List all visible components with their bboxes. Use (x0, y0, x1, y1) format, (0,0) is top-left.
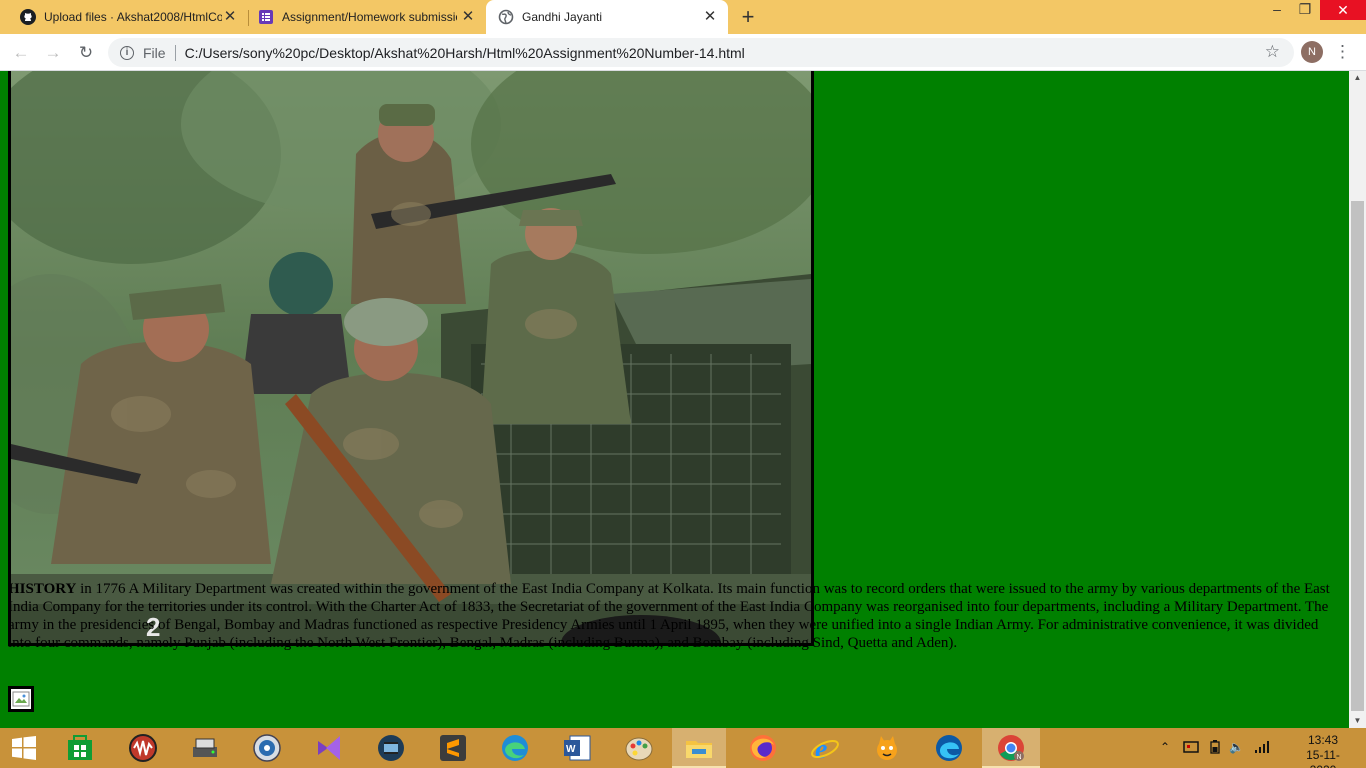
github-icon (20, 9, 36, 25)
page-viewport: 2 HISTORY in 1776 A Military Department … (0, 71, 1349, 728)
army-photo: 2 (8, 71, 814, 646)
paint-icon[interactable] (623, 732, 655, 764)
close-tab-icon[interactable]: ✕ (702, 9, 718, 25)
address-bar[interactable]: i File C:/Users/sony%20pc/Desktop/Akshat… (108, 38, 1294, 67)
audio-recorder-icon[interactable] (127, 732, 159, 764)
scanner-icon[interactable] (189, 732, 221, 764)
svg-text:W: W (566, 744, 576, 755)
scrollbar-thumb[interactable] (1351, 201, 1364, 711)
page-scrollbar[interactable]: ▲ ▼ (1349, 71, 1366, 728)
firefox-icon[interactable] (747, 732, 779, 764)
media-player-icon[interactable] (375, 732, 407, 764)
clock-time: 13:43 (1307, 733, 1339, 747)
address-url[interactable]: C:/Users/sony%20pc/Desktop/Akshat%20Hars… (185, 45, 745, 61)
history-text: in 1776 A Military Department was create… (8, 581, 1330, 651)
reload-icon[interactable]: ↻ (75, 42, 97, 64)
kebab-menu-icon[interactable]: ⋮ (1334, 41, 1351, 63)
svg-text:e: e (815, 734, 827, 763)
globe-icon (498, 9, 514, 25)
info-icon[interactable]: i (120, 45, 134, 60)
clock-date: 15-11-2020 (1306, 748, 1340, 768)
tab-title: Gandhi Jayanti (522, 10, 603, 24)
dvd-icon[interactable] (251, 732, 283, 764)
edge-new-icon[interactable] (933, 732, 965, 764)
minimize-icon[interactable]: – (1262, 0, 1292, 20)
windows-start-icon[interactable] (8, 732, 40, 764)
close-window-icon[interactable]: ✕ (1320, 0, 1366, 20)
close-tab-icon[interactable]: ✕ (460, 9, 476, 25)
file-explorer-icon[interactable] (683, 732, 715, 764)
restore-icon[interactable]: ❐ (1290, 0, 1320, 20)
edge-icon[interactable] (499, 732, 531, 764)
history-heading: HISTORY (8, 581, 77, 597)
sublime-text-icon[interactable] (437, 732, 469, 764)
tab-github-upload[interactable]: Upload files · Akshat2008/HtmlCo ✕ (0, 0, 248, 34)
forward-arrow-icon[interactable]: → (42, 42, 64, 64)
profile-avatar[interactable]: N (1301, 41, 1323, 63)
svg-text:N: N (1017, 754, 1022, 761)
scroll-down-arrow-icon[interactable]: ▼ (1349, 714, 1366, 728)
internet-explorer-icon[interactable]: e (809, 732, 841, 764)
tab-strip: Upload files · Akshat2008/HtmlCo ✕ Assig… (0, 0, 1366, 34)
address-divider (174, 44, 176, 61)
army-photo-illustration: 2 (11, 71, 811, 643)
tab-assignment-submission[interactable]: Assignment/Homework submissio ✕ (238, 0, 486, 34)
scheme-label: File (143, 44, 166, 61)
tab-title: Upload files · Akshat2008/HtmlCo (44, 10, 222, 24)
history-paragraph: HISTORY in 1776 A Military Department wa… (8, 580, 1338, 652)
scratch-icon[interactable] (871, 732, 903, 764)
back-arrow-icon[interactable]: ← (10, 42, 32, 64)
new-tab-button[interactable]: + (737, 6, 759, 29)
action-center-icon[interactable] (1183, 740, 1199, 757)
tab-gandhi-jayanti[interactable]: Gandhi Jayanti ✕ (486, 0, 728, 34)
taskbar-clock[interactable]: 13:43 15-11-2020 (1296, 733, 1350, 768)
tab-title: Assignment/Homework submissio (282, 10, 457, 24)
chrome-icon[interactable]: N (995, 732, 1027, 764)
network-signal-icon[interactable] (1254, 740, 1270, 757)
windows-taskbar: W e N ⌃ 🔈 13:43 15-11-2020 (0, 728, 1366, 768)
battery-icon[interactable] (1210, 740, 1220, 757)
volume-icon[interactable]: 🔈 (1229, 740, 1244, 754)
visual-studio-icon[interactable] (313, 732, 345, 764)
scroll-up-arrow-icon[interactable]: ▲ (1349, 71, 1366, 85)
broken-image-icon (8, 686, 34, 712)
store-icon[interactable] (64, 732, 96, 764)
bookmark-star-icon[interactable]: ☆ (1265, 42, 1280, 62)
show-hidden-icons-icon[interactable]: ⌃ (1160, 740, 1170, 754)
word-icon[interactable]: W (561, 732, 593, 764)
close-tab-icon[interactable]: ✕ (222, 9, 238, 25)
browser-toolbar: ← → ↻ i File C:/Users/sony%20pc/Desktop/… (0, 34, 1366, 71)
forms-icon (258, 9, 274, 25)
